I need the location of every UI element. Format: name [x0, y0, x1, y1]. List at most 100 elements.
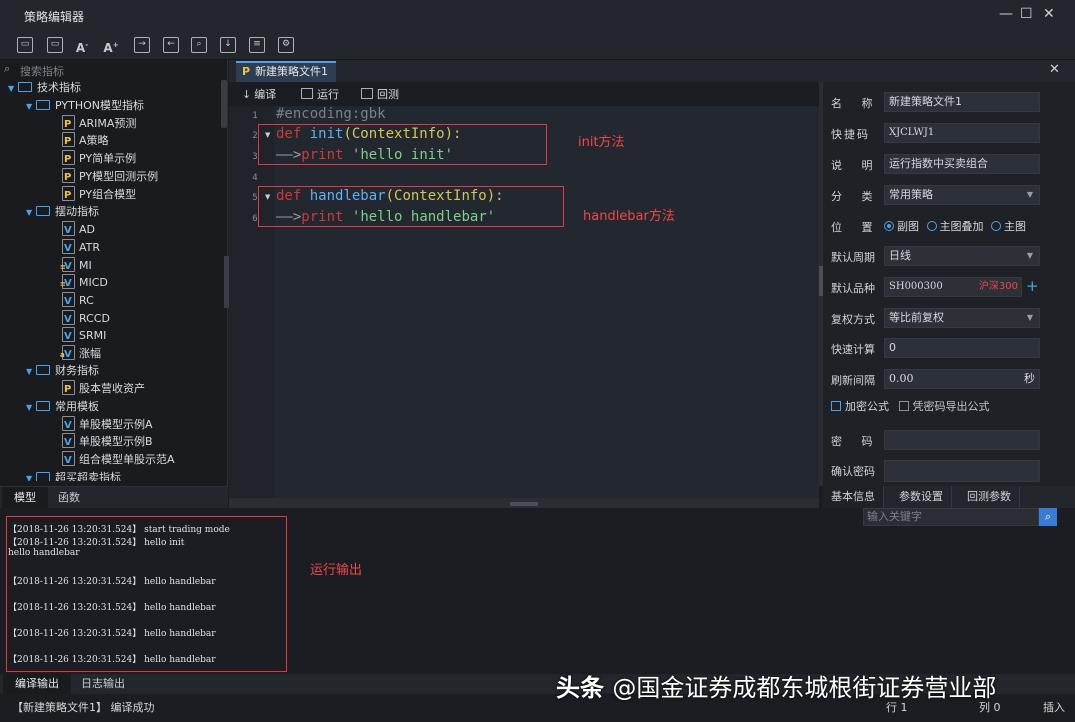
find-icon[interactable]: ⌕	[191, 37, 207, 53]
python-file-icon: P	[62, 186, 75, 201]
tree-item[interactable]: V RC	[62, 292, 94, 309]
save-icon[interactable]: ▭	[17, 37, 33, 53]
tree-item[interactable]: P PY模型回测示例	[62, 168, 158, 185]
annotation-box-handlebar	[258, 186, 564, 227]
output-splitter[interactable]	[229, 498, 819, 508]
tree-item[interactable]: V ATR	[62, 239, 100, 256]
watermark-brand: 头条	[556, 674, 604, 702]
tab-function[interactable]: 函数	[46, 487, 92, 509]
password-field[interactable]	[884, 430, 1040, 450]
tree-item[interactable]: V 单股模型示例A	[62, 416, 153, 433]
compile-button[interactable]: ↓ 编译	[242, 86, 276, 102]
radio-icon	[991, 221, 1001, 231]
tree-item[interactable]: P 股本营收资产	[62, 380, 145, 397]
refresh-label: 刷新间隔	[831, 374, 875, 387]
splitter-grip[interactable]	[510, 502, 538, 506]
tab-compile-output[interactable]: 编译输出	[3, 674, 71, 694]
font-decrease-button[interactable]: A-	[74, 37, 90, 55]
close-tab-button[interactable]: ✕	[1049, 62, 1060, 77]
chevron-down-icon: ▼	[26, 208, 33, 217]
title-bar: 策略编辑器 — ☐ ✕	[0, 0, 1075, 30]
tree-folder[interactable]: ▼ PYTHON模型指标	[26, 97, 144, 114]
backtest-button[interactable]: 回测	[361, 86, 399, 102]
annotation-box-init	[258, 124, 547, 165]
settings-icon[interactable]: ⚙	[278, 37, 294, 53]
adjust-label: 复权方式	[831, 313, 875, 326]
annotation-box-output	[6, 516, 287, 672]
tree-item[interactable]: V SRMI	[62, 327, 106, 344]
run-button[interactable]: 运行	[301, 86, 339, 102]
search-icon: ⌕	[4, 62, 11, 75]
backtest-icon	[361, 88, 373, 99]
chevron-down-icon: ▼	[26, 102, 33, 111]
output-search-input[interactable]: 输入关键字	[863, 508, 1039, 526]
symbol-field[interactable]: SH000300 沪深300	[884, 277, 1022, 297]
indicator-file-icon: Va	[60, 345, 75, 360]
radio-main-chart[interactable]: 主图	[991, 220, 1026, 233]
quick-calc-field[interactable]: 0	[884, 338, 1040, 358]
annotation-init: init方法	[578, 135, 625, 150]
tree-item[interactable]: V RCCD	[62, 310, 110, 327]
confirm-password-label: 确认密码	[831, 465, 875, 478]
search-icon[interactable]: ⌕	[1039, 508, 1057, 526]
tree-item[interactable]: P PY简单示例	[62, 150, 136, 167]
close-window-button[interactable]: ✕	[1043, 6, 1055, 22]
indicator-file-icon: V	[62, 221, 75, 236]
position-radio-group: 副图 主图叠加 主图	[884, 218, 1026, 234]
export-password-checkbox[interactable]: 凭密码导出公式	[898, 400, 990, 413]
properties-tabs: 基本信息 参数设置 回测参数	[823, 486, 1075, 508]
tree-item[interactable]: P ARIMA预测	[62, 115, 136, 132]
tab-model[interactable]: 模型	[2, 487, 48, 509]
tree-item[interactable]: V ≡ MICD	[60, 274, 108, 291]
font-increase-button[interactable]: A+	[103, 37, 119, 55]
outdent-icon[interactable]: ←	[163, 37, 179, 53]
shortcut-field[interactable]: XJCLWJ1	[884, 123, 1040, 143]
tree-item[interactable]: V ≡ MI	[60, 257, 92, 274]
tree-item[interactable]: P A策略	[62, 132, 109, 149]
symbol-name: 沪深300	[978, 281, 1018, 292]
adjust-select[interactable]: 等比前复权 ▼	[884, 308, 1040, 328]
minimize-button[interactable]: —	[999, 6, 1013, 22]
python-file-icon: P	[62, 132, 75, 147]
tab-strategy-file[interactable]: P 新建策略文件1	[236, 61, 337, 82]
tree-item[interactable]: V 组合模型单股示范A	[62, 451, 175, 468]
tab-backtest-params[interactable]: 回测参数	[959, 486, 1020, 508]
chevron-down-icon: ▼	[1026, 251, 1033, 260]
tree-folder[interactable]: ▼ 常用模板	[26, 398, 99, 415]
import-icon[interactable]: ↓	[220, 37, 236, 53]
tree-folder[interactable]: ▼ 财务指标	[26, 362, 99, 379]
export-icon[interactable]: ≡	[249, 37, 265, 53]
tree-item[interactable]: V AD	[62, 221, 95, 238]
python-file-icon: P	[62, 168, 75, 183]
indent-icon[interactable]: →	[134, 37, 150, 53]
main-toolbar: ▭ ▭ A- A+ → ← ⌕ ↓ ≡ ⚙	[0, 30, 1075, 60]
save-all-icon[interactable]: ▭	[47, 37, 63, 53]
name-field[interactable]: 新建策略文件1	[884, 92, 1040, 112]
watermark-account: @国金证券成都东城根街证券营业部	[612, 674, 997, 702]
period-label: 默认周期	[831, 251, 875, 264]
period-select[interactable]: 日线 ▼	[884, 246, 1040, 266]
encrypt-checkbox[interactable]: 加密公式	[831, 400, 889, 413]
tree-scrollbar[interactable]	[221, 80, 227, 128]
tab-basic-info[interactable]: 基本信息	[823, 486, 884, 508]
tree-item[interactable]: P PY组合模型	[62, 186, 136, 203]
refresh-field[interactable]: 0.00 秒	[884, 369, 1040, 389]
category-select[interactable]: 常用策略 ▼	[884, 185, 1040, 205]
maximize-button[interactable]: ☐	[1020, 6, 1033, 22]
indicator-file-icon: V	[62, 433, 75, 448]
tree-item[interactable]: V 单股模型示例B	[62, 433, 153, 450]
confirm-password-field[interactable]	[884, 460, 1040, 482]
radio-sub-chart[interactable]: 副图	[884, 220, 919, 233]
tab-param-settings[interactable]: 参数设置	[891, 486, 952, 508]
tree-item[interactable]: Va 涨幅	[60, 345, 101, 362]
indicator-search-input[interactable]: 搜索指标	[20, 63, 64, 79]
tree-folder[interactable]: ▼ 技术指标	[8, 79, 81, 96]
indicator-search[interactable]: ⌕ 搜索指标	[2, 62, 224, 78]
add-symbol-button[interactable]: +	[1026, 277, 1039, 295]
radio-main-overlay[interactable]: 主图叠加	[926, 220, 984, 233]
tab-log-output[interactable]: 日志输出	[69, 674, 137, 694]
description-field[interactable]: 运行指数中买卖组合	[884, 154, 1040, 174]
indicator-file-icon: V	[62, 239, 75, 254]
tree-folder[interactable]: ▼ 超买超卖指标	[26, 469, 121, 481]
tree-folder[interactable]: ▼ 摆动指标	[26, 203, 99, 220]
